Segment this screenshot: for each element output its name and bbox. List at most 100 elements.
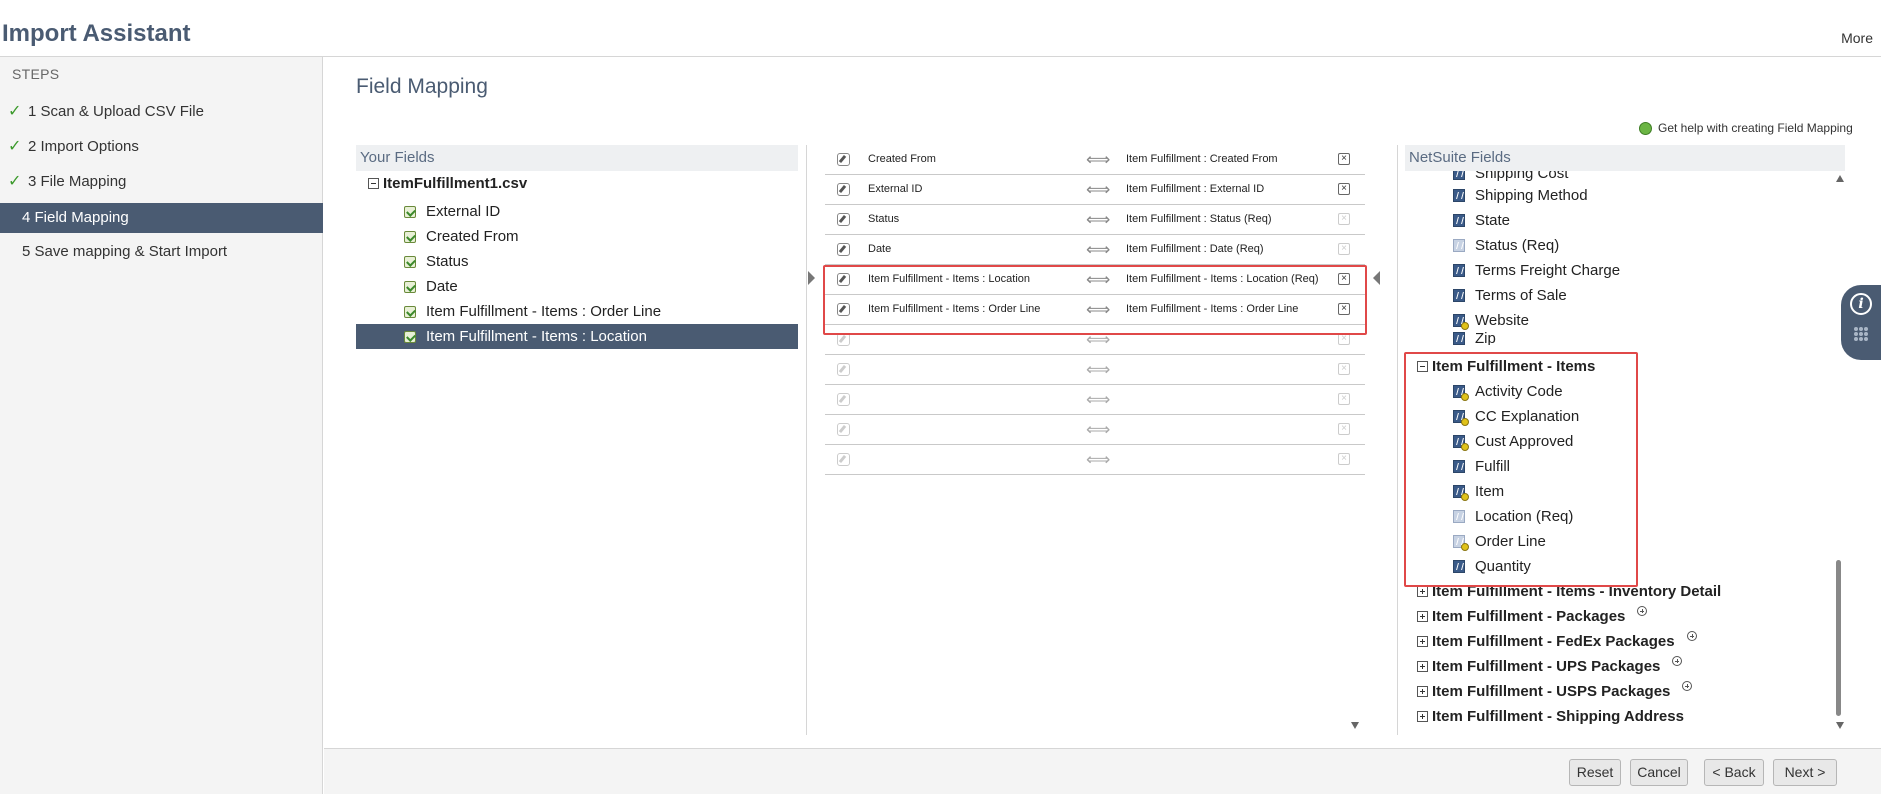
apps-grid-icon[interactable] xyxy=(1854,327,1868,341)
netsuite-group-collapsed[interactable]: Item Fulfillment - FedEx Packages xyxy=(1405,629,1697,654)
add-icon[interactable] xyxy=(1686,630,1697,641)
map-right-arrow-icon[interactable] xyxy=(808,271,815,285)
your-field-item[interactable]: Created From xyxy=(356,224,798,249)
step-label: 2 Import Options xyxy=(28,138,139,155)
help-link[interactable]: Get help with creating Field Mapping xyxy=(1639,121,1853,135)
your-field-item[interactable]: External ID xyxy=(356,199,798,224)
netsuite-field-icon xyxy=(1453,171,1465,180)
netsuite-group-collapsed[interactable]: Item Fulfillment - Shipping Address xyxy=(1405,704,1684,729)
remove-icon[interactable]: × xyxy=(1338,153,1350,165)
expand-icon[interactable] xyxy=(1417,636,1428,647)
edit-icon[interactable] xyxy=(837,213,850,226)
expand-icon[interactable] xyxy=(1417,611,1428,622)
netsuite-group-collapsed[interactable]: Item Fulfillment - Packages xyxy=(1405,604,1648,629)
netsuite-field-item[interactable]: Terms Freight Charge xyxy=(1405,258,1825,283)
more-link[interactable]: More xyxy=(1841,30,1873,46)
your-field-item[interactable]: Item Fulfillment - Items : Order Line xyxy=(356,299,798,324)
header: Import Assistant More xyxy=(0,0,1881,57)
step-field-mapping[interactable]: 4 Field Mapping xyxy=(0,203,323,233)
csv-field-icon xyxy=(404,280,416,293)
add-icon[interactable] xyxy=(1637,605,1648,616)
back-button[interactable]: < Back xyxy=(1704,759,1764,786)
mapping-row[interactable]: Date ⟺ Item Fulfillment : Date (Req) × xyxy=(825,235,1365,265)
check-icon: ✓ xyxy=(8,173,22,190)
footer-bar: Reset Cancel < Back Next > xyxy=(324,748,1881,794)
collapse-icon[interactable] xyxy=(368,178,379,189)
double-arrow-icon: ⟺ xyxy=(1086,390,1111,409)
remove-icon[interactable]: × xyxy=(1338,183,1350,195)
csv-field-icon xyxy=(404,255,416,268)
csv-field-icon xyxy=(404,230,416,243)
netsuite-group-collapsed[interactable]: Item Fulfillment - USPS Packages xyxy=(1405,679,1693,704)
edit-icon[interactable] xyxy=(837,243,850,256)
netsuite-group-collapsed[interactable]: Item Fulfillment - UPS Packages xyxy=(1405,654,1683,679)
remove-icon: × xyxy=(1338,213,1350,225)
step-label: 3 File Mapping xyxy=(28,173,127,190)
add-icon[interactable] xyxy=(1682,680,1693,691)
netsuite-field-icon xyxy=(1453,331,1465,345)
netsuite-field-icon xyxy=(1453,289,1465,302)
help-icon xyxy=(1639,121,1652,135)
edit-icon xyxy=(837,363,850,376)
scrollbar-thumb[interactable] xyxy=(1836,560,1841,716)
mapping-row[interactable]: Created From ⟺ Item Fulfillment : Create… xyxy=(825,145,1365,175)
help-widget[interactable]: i xyxy=(1841,285,1881,360)
netsuite-field-item[interactable]: Terms of Sale xyxy=(1405,283,1825,308)
expand-icon[interactable] xyxy=(1417,711,1428,722)
cancel-button[interactable]: Cancel xyxy=(1630,759,1688,786)
double-arrow-icon: ⟺ xyxy=(1086,240,1111,259)
scroll-down-icon[interactable] xyxy=(1836,722,1844,729)
expand-icon[interactable] xyxy=(1417,586,1428,597)
remove-icon: × xyxy=(1338,423,1350,435)
step-label: 4 Field Mapping xyxy=(22,209,129,226)
expand-icon[interactable] xyxy=(1417,686,1428,697)
check-icon: ✓ xyxy=(8,138,22,155)
netsuite-field-icon xyxy=(1453,214,1465,227)
mapping-row-empty[interactable]: ⟺ × xyxy=(825,415,1365,445)
main-content: Field Mapping Get help with creating Fie… xyxy=(324,57,1881,794)
scroll-down-icon[interactable] xyxy=(1351,722,1359,729)
next-button[interactable]: Next > xyxy=(1773,759,1837,786)
mapping-row-empty[interactable]: ⟺ × xyxy=(825,445,1365,475)
your-field-item[interactable]: Date xyxy=(356,274,798,299)
netsuite-field-item[interactable]: Website xyxy=(1405,308,1825,333)
mapping-row-empty[interactable]: ⟺ × xyxy=(825,355,1365,385)
your-field-item-selected[interactable]: Item Fulfillment - Items : Location xyxy=(356,324,798,349)
add-icon[interactable] xyxy=(1672,655,1683,666)
netsuite-field-item[interactable]: State xyxy=(1405,208,1825,233)
edit-icon xyxy=(837,423,850,436)
your-fields-header: Your Fields xyxy=(356,145,798,171)
edit-icon xyxy=(837,453,850,466)
mapping-row-empty[interactable]: ⟺ × xyxy=(825,385,1365,415)
step-label: 1 Scan & Upload CSV File xyxy=(28,103,204,120)
remove-icon: × xyxy=(1338,453,1350,465)
your-fields-panel: Your Fields ItemFulfillment1.csv Externa… xyxy=(356,145,798,735)
mapping-row[interactable]: Status ⟺ Item Fulfillment : Status (Req)… xyxy=(825,205,1365,235)
highlight-box xyxy=(1404,352,1638,587)
edit-icon[interactable] xyxy=(837,153,850,166)
step-save-start[interactable]: 5 Save mapping & Start Import xyxy=(0,237,323,267)
netsuite-field-item[interactable]: Shipping Method xyxy=(1405,183,1825,208)
map-left-arrow-icon[interactable] xyxy=(1373,271,1380,285)
step-import-options[interactable]: ✓ 2 Import Options xyxy=(0,132,323,162)
steps-sidebar: STEPS ✓ 1 Scan & Upload CSV File ✓ 2 Imp… xyxy=(0,57,323,794)
expand-icon[interactable] xyxy=(1417,661,1428,672)
page-title: Field Mapping xyxy=(356,75,488,98)
double-arrow-icon: ⟺ xyxy=(1086,450,1111,469)
netsuite-field-item[interactable]: Status (Req) xyxy=(1405,233,1825,258)
netsuite-field-icon-reference xyxy=(1453,314,1469,330)
remove-icon: × xyxy=(1338,393,1350,405)
scroll-up-icon[interactable] xyxy=(1836,175,1844,182)
step-scan-upload[interactable]: ✓ 1 Scan & Upload CSV File xyxy=(0,97,323,127)
csv-file-node[interactable]: ItemFulfillment1.csv xyxy=(368,175,527,192)
netsuite-field-icon xyxy=(1453,189,1465,202)
mapping-row[interactable]: External ID ⟺ Item Fulfillment : Externa… xyxy=(825,175,1365,205)
your-field-item[interactable]: Status xyxy=(356,249,798,274)
app-title: Import Assistant xyxy=(2,20,191,47)
netsuite-field-item[interactable]: Zip xyxy=(1405,331,1825,345)
double-arrow-icon: ⟺ xyxy=(1086,420,1111,439)
step-file-mapping[interactable]: ✓ 3 File Mapping xyxy=(0,167,323,197)
info-icon[interactable]: i xyxy=(1850,293,1872,315)
edit-icon[interactable] xyxy=(837,183,850,196)
reset-button[interactable]: Reset xyxy=(1569,759,1621,786)
